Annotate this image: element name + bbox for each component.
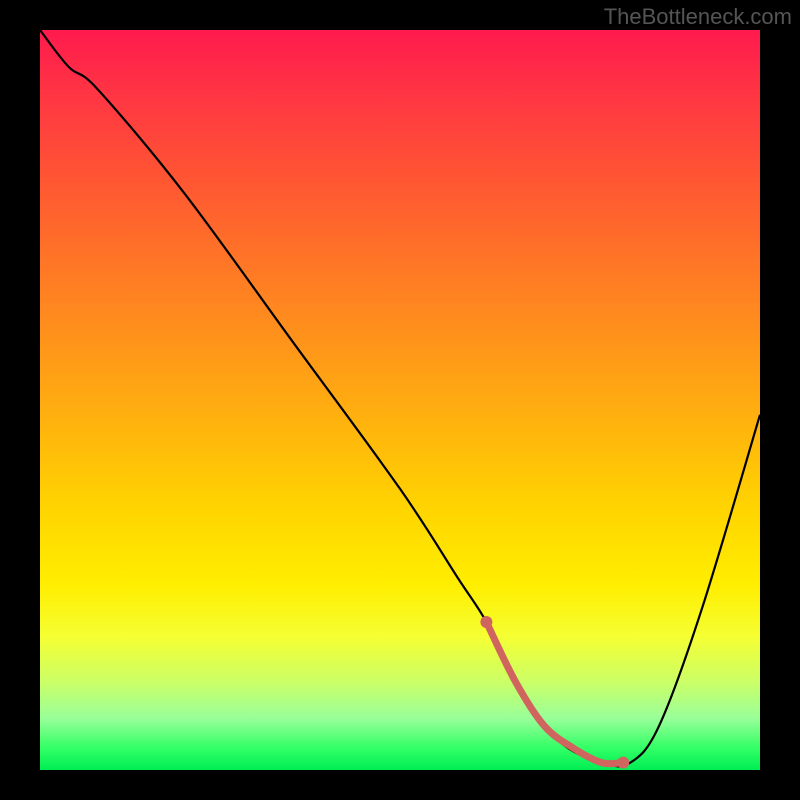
chart-plot-area bbox=[40, 30, 760, 770]
highlight-dot bbox=[480, 616, 492, 628]
curve-path bbox=[40, 30, 760, 766]
highlight-dot bbox=[617, 757, 629, 769]
bottleneck-curve-svg bbox=[40, 30, 760, 770]
highlight-dots bbox=[480, 616, 629, 769]
watermark-text: TheBottleneck.com bbox=[604, 4, 792, 30]
highlight-segment bbox=[486, 622, 623, 764]
